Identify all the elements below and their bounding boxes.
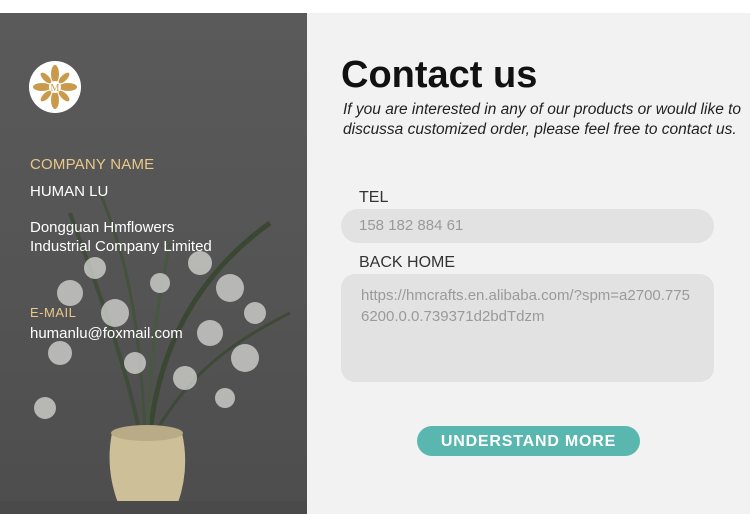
svg-text:M: M — [51, 83, 60, 94]
company-name-label: COMPANY NAME — [30, 156, 155, 173]
email-label: E-MAIL — [30, 305, 77, 320]
contact-form-panel: Contact us If you are interested in any … — [307, 13, 750, 514]
back-home-field[interactable]: https://hmcrafts.en.alibaba.com/?spm=a27… — [341, 274, 714, 382]
tel-label: TEL — [359, 189, 389, 206]
tel-field[interactable]: 158 182 884 61 — [341, 209, 714, 243]
company-name-line-1: Dongguan Hmflowers — [30, 219, 175, 236]
intro-text: If you are interested in any of our prod… — [343, 101, 742, 138]
contact-name: HUMAN LU — [30, 183, 109, 200]
contact-info-panel: M COMPANY NAME HUMAN LU Dongguan Hmflowe… — [0, 13, 307, 514]
understand-more-button[interactable]: UNDERSTAND MORE — [417, 426, 640, 456]
back-home-label: BACK HOME — [359, 254, 456, 271]
page-title: Contact us — [341, 54, 538, 96]
email-address[interactable]: humanlu@foxmail.com — [30, 324, 183, 343]
company-logo: M — [29, 61, 81, 113]
hm-flower-logo-icon: M — [33, 65, 77, 109]
company-name-line-2: Industrial Company Limited — [30, 238, 212, 255]
